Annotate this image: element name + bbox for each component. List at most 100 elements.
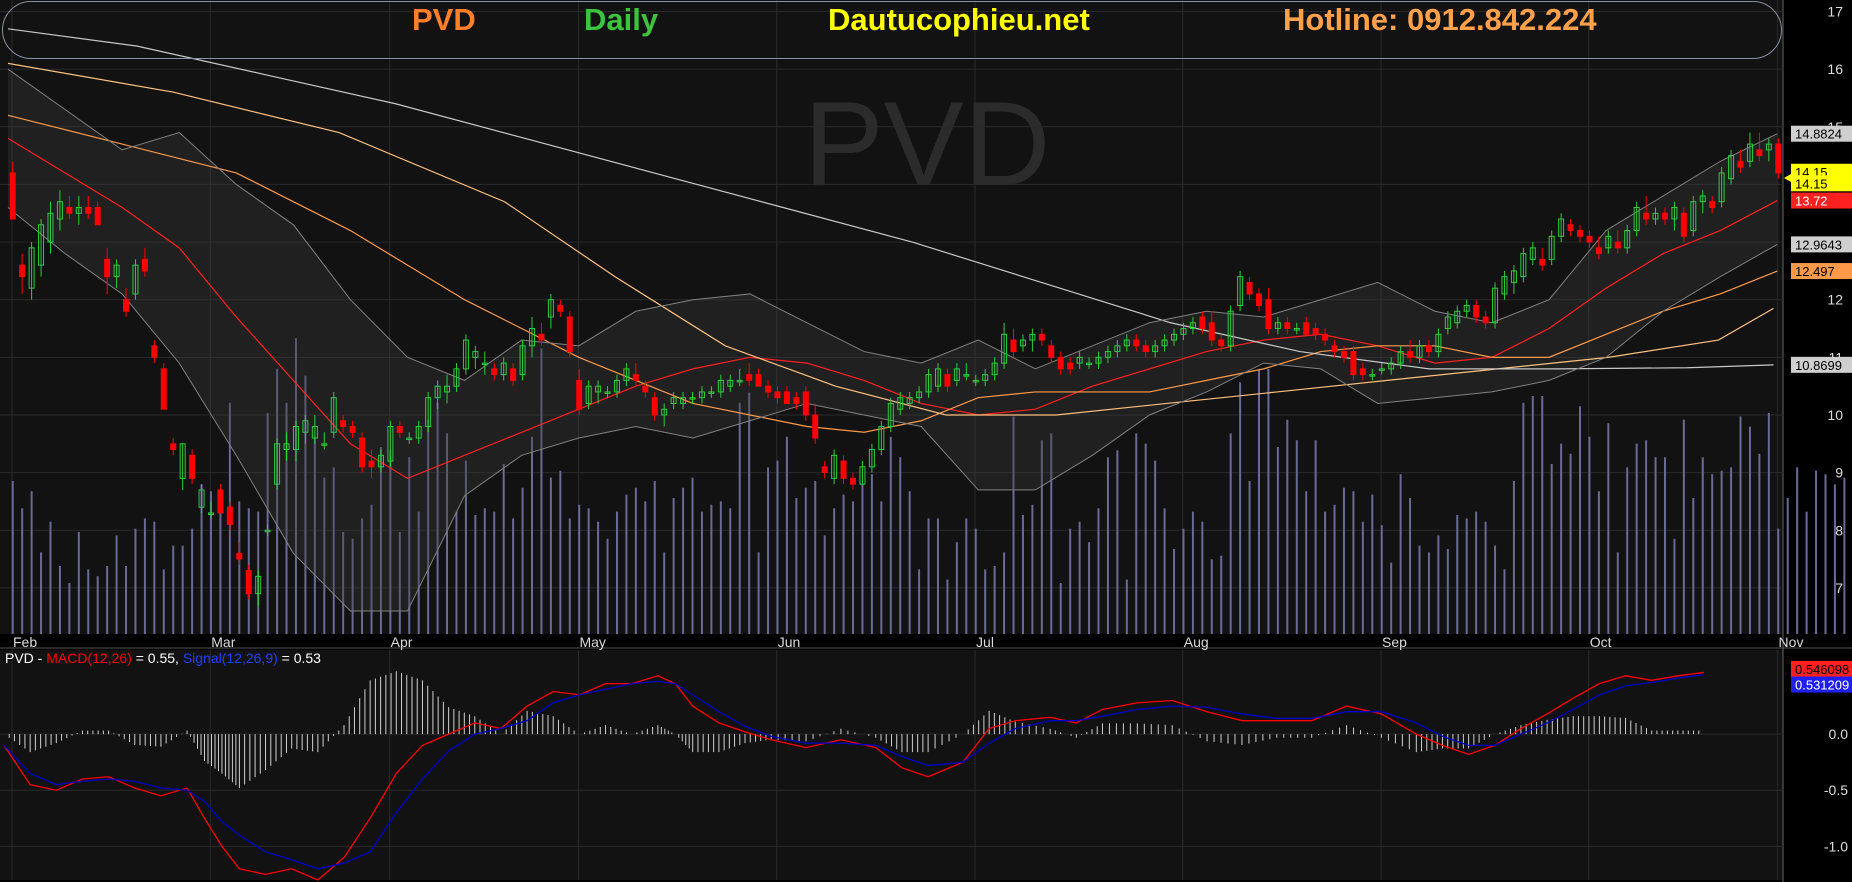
candle-body: [85, 206, 92, 214]
candle-body: [1407, 351, 1414, 358]
macd-legend: PVD - MACD(12,26) = 0.55, Signal(12,26,9…: [5, 650, 321, 666]
header-period: Daily: [584, 2, 659, 37]
candle-body: [1359, 368, 1366, 376]
candle-body: [840, 460, 847, 479]
candle-body: [755, 374, 762, 387]
candle-body: [821, 466, 828, 474]
candle-body: [1473, 304, 1480, 318]
candle-body: [104, 258, 111, 278]
candle-body: [189, 454, 196, 479]
price-tick-label: 8: [1835, 522, 1843, 538]
candle-body: [491, 368, 498, 376]
macd-tick-label: 0.0: [1829, 726, 1849, 742]
macd-legend-macd-value: = 0.55,: [131, 650, 183, 666]
price-tick-label: 9: [1835, 465, 1843, 481]
candle-body: [1255, 293, 1262, 306]
candle-body: [812, 414, 819, 439]
candle-body: [340, 420, 347, 428]
candle-body: [170, 443, 177, 451]
candle-body: [1643, 212, 1650, 220]
month-label: May: [579, 634, 605, 650]
candle-body: [793, 397, 800, 404]
month-label: Feb: [13, 634, 37, 650]
candle-body: [1680, 212, 1687, 237]
macd-legend-signal-value: = 0.53: [277, 650, 321, 666]
candle-body: [632, 374, 639, 381]
price-tag-label: 14.15: [1795, 176, 1828, 191]
header-hotline: Hotline: 0912.842.224: [1283, 2, 1597, 37]
candle-body: [1322, 333, 1329, 341]
month-label: Aug: [1184, 634, 1209, 650]
candle-body: [1265, 299, 1272, 330]
price-tick-label: 17: [1827, 4, 1843, 20]
candle-body: [1661, 212, 1668, 220]
stock-chart: PVD7891011121314151617FebMarAprMayJunJul…: [0, 0, 1852, 882]
candle-body: [123, 299, 130, 312]
candle-body: [576, 379, 583, 410]
candle-body: [1586, 235, 1593, 243]
candle-body: [1133, 339, 1140, 347]
month-label: Jul: [976, 634, 994, 650]
candle-body: [1331, 345, 1338, 353]
candle-body: [1737, 160, 1744, 168]
candle-body: [1038, 333, 1045, 341]
candle-body: [349, 426, 356, 433]
candle-body: [396, 426, 403, 433]
candle-body: [9, 172, 16, 220]
macd-tick-label: -0.5: [1824, 782, 1848, 798]
header-symbol: PVD: [412, 2, 476, 37]
candle-body: [774, 391, 781, 399]
month-label: Sep: [1382, 634, 1407, 650]
candle-body: [1199, 316, 1206, 330]
price-tag-label: 12.497: [1795, 264, 1835, 279]
candle-body: [160, 368, 167, 410]
candle-body: [226, 506, 233, 525]
candle-body: [141, 258, 148, 272]
candle-body: [1539, 258, 1546, 266]
candle-body: [1709, 201, 1716, 208]
month-label: Mar: [211, 634, 235, 650]
month-label: Apr: [391, 634, 413, 650]
candle-body: [510, 368, 517, 381]
candle-body: [1350, 351, 1357, 376]
candle-body: [1246, 281, 1253, 295]
month-label: Jun: [778, 634, 801, 650]
candle-body: [557, 304, 564, 312]
candle-body: [1303, 322, 1310, 335]
candle-body: [1218, 339, 1225, 347]
price-tag-label: 10.8699: [1795, 358, 1842, 373]
candle-body: [359, 437, 366, 468]
candle-body: [1340, 351, 1347, 358]
macd-panel: [0, 650, 1783, 880]
candle-body: [245, 570, 252, 595]
candle-body: [566, 316, 573, 353]
candle-body: [1595, 247, 1602, 255]
price-tick-label: 16: [1827, 61, 1843, 77]
candle-body: [765, 385, 772, 393]
candle-body: [1775, 143, 1782, 174]
price-tag-label: 14.8824: [1795, 127, 1842, 142]
candle-body: [746, 374, 753, 381]
macd-legend-macd-label: MACD(12,26): [46, 650, 132, 666]
watermark-text: PVD: [804, 77, 1051, 211]
macd-price-tag-label: 0.546098: [1795, 662, 1849, 677]
candle-body: [802, 391, 809, 416]
candle-body: [1067, 362, 1074, 370]
candle-body: [1567, 224, 1574, 232]
candle-body: [1425, 345, 1432, 353]
candle-body: [368, 460, 375, 468]
candle-body: [151, 345, 158, 358]
price-tick-label: 12: [1827, 292, 1843, 308]
candle-body: [944, 374, 951, 387]
candle-body: [236, 552, 243, 560]
candle-body: [642, 385, 649, 393]
macd-tick-label: -1.0: [1824, 838, 1848, 854]
candle-body: [1284, 322, 1291, 330]
price-tag-label: 13.72: [1795, 194, 1828, 209]
macd-legend-signal-label: Signal(12,26,9): [182, 650, 278, 666]
price-tag-label: 12.9643: [1795, 237, 1842, 252]
candle-body: [1208, 322, 1215, 341]
price-tick-label: 7: [1835, 580, 1843, 596]
candle-body: [1577, 230, 1584, 237]
candle-body: [94, 206, 101, 226]
